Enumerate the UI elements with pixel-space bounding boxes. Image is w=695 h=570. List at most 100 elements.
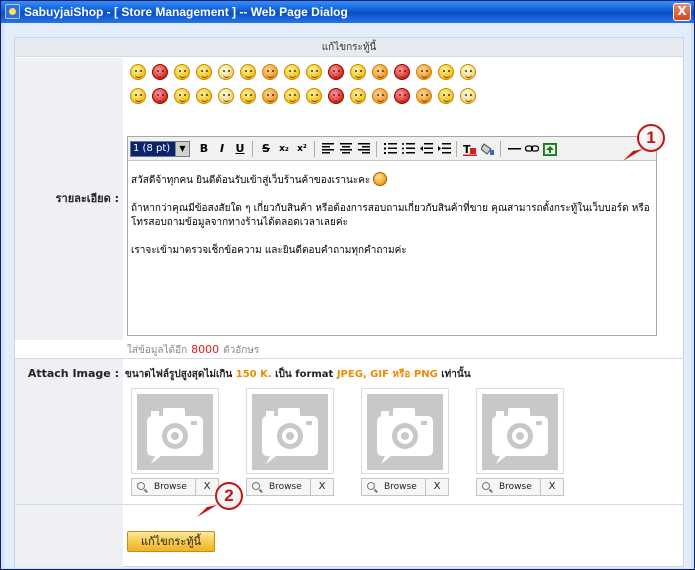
browse-group: Browse X (361, 478, 449, 496)
image-preview-frame (361, 388, 449, 474)
confused-icon[interactable] (457, 62, 479, 82)
smile-icon[interactable] (149, 86, 171, 106)
bold-button[interactable]: B (196, 141, 212, 157)
underline-button[interactable]: U (232, 141, 248, 157)
fire-angry-icon[interactable] (193, 86, 215, 106)
editor-line-reply: เราจะเข้ามาตรวจเช็กข้อความ และยินดีตอบคำ… (131, 245, 407, 256)
callout-2-badge: 2 (215, 482, 243, 510)
dialog-window: SabuyjaiShop - [ Store Management ] -- W… (0, 0, 695, 570)
wink-icon[interactable] (413, 62, 435, 82)
blush-icon[interactable] (259, 62, 281, 82)
attach-note-suffix: เท่านั้น (441, 369, 471, 380)
angry-blush-icon[interactable] (149, 62, 171, 82)
shocked-icon[interactable] (281, 62, 303, 82)
strikethrough-button[interactable]: S (258, 141, 274, 157)
browse-label: Browse (499, 482, 532, 492)
tongue-icon[interactable] (369, 62, 391, 82)
image-upload-slot: Browse X (361, 388, 449, 498)
squint-icon[interactable] (127, 86, 149, 106)
editor-content-area[interactable]: สวัสดีจ้าทุกคน ยินดีต้อนรับเข้าสู่เว็บร้… (128, 162, 656, 335)
browse-button[interactable]: Browse (362, 479, 426, 495)
browse-group: Browse X (246, 478, 334, 496)
sunglasses-icon[interactable] (457, 86, 479, 106)
close-button[interactable]: X (673, 3, 691, 21)
font-size-select[interactable]: 1 (8 pt) ▼ (130, 141, 190, 157)
rich-text-editor: 1 (8 pt) ▼ B I U S x₂ x² T สวัสดีจ้าทุกค… (127, 136, 657, 336)
attach-note: ขนาดไฟล์รูปสูงสุดไม่เกิน 150 K. เป็น for… (125, 367, 471, 382)
image-upload-slot: Browse X (476, 388, 564, 498)
remove-image-button[interactable]: X (311, 479, 333, 495)
remove-image-button[interactable]: X (426, 479, 448, 495)
cool-icon[interactable] (171, 62, 193, 82)
camera-placeholder-icon (137, 394, 213, 470)
toolbar-divider (376, 141, 377, 157)
text-color-icon[interactable]: T (462, 141, 478, 157)
big-eyes-icon[interactable] (369, 86, 391, 106)
chevron-down-icon[interactable]: ▼ (175, 142, 189, 156)
attach-note-prefix: ขนาดไฟล์รูปสูงสุดไม่เกิน (125, 369, 233, 380)
toolbar-divider (314, 141, 315, 157)
mad-icon[interactable] (325, 62, 347, 82)
superscript-button[interactable]: x² (294, 141, 310, 157)
char-count-suffix: ตัวอักษร (223, 345, 260, 356)
browse-label: Browse (269, 482, 302, 492)
highlight-color-icon[interactable] (480, 141, 496, 157)
sweat-icon[interactable] (347, 62, 369, 82)
browse-label: Browse (154, 482, 187, 492)
unordered-list-icon[interactable] (400, 141, 416, 157)
search-icon (137, 482, 145, 490)
align-right-icon[interactable] (356, 141, 372, 157)
link-icon[interactable] (524, 141, 540, 157)
attach-image-label: Attach Image : (15, 359, 123, 504)
outdent-icon[interactable] (418, 141, 434, 157)
surprised-icon[interactable] (215, 86, 237, 106)
writing-icon[interactable] (259, 86, 281, 106)
star-icon[interactable] (435, 86, 457, 106)
dead-icon[interactable] (325, 86, 347, 106)
clown-icon[interactable] (413, 86, 435, 106)
sad-icon[interactable] (391, 86, 413, 106)
yawn-icon[interactable] (281, 86, 303, 106)
browse-button[interactable]: Browse (477, 479, 541, 495)
browse-button[interactable]: Browse (132, 479, 196, 495)
toolbar-divider (252, 141, 253, 157)
title-bar[interactable]: SabuyjaiShop - [ Store Management ] -- W… (1, 1, 694, 23)
toolbar-divider (500, 141, 501, 157)
horizontal-rule-icon[interactable] (506, 141, 522, 157)
submit-label-cell (15, 505, 123, 567)
edit-topic-form: แก้ไขกระทู้นี้ รายละเอียด : 1 (8 pt) ▼ B… (14, 37, 684, 567)
emoticon-row-1 (127, 62, 479, 82)
align-left-icon[interactable] (320, 141, 336, 157)
edit-topic-submit-button[interactable]: แก้ไขกระทู้นี้ (127, 531, 215, 552)
insert-image-icon[interactable] (542, 141, 558, 157)
remove-image-button[interactable]: X (541, 479, 563, 495)
camera-placeholder-icon (252, 394, 328, 470)
heart-eyes-icon[interactable] (303, 86, 325, 106)
grin-icon[interactable] (193, 62, 215, 82)
ordered-list-icon[interactable] (382, 141, 398, 157)
char-count-value: 8000 (191, 343, 220, 356)
char-count-prefix: ใส่ข้อมูลได้อีก (127, 345, 188, 356)
detail-label: รายละเอียด : (15, 58, 123, 340)
kiss-icon[interactable] (303, 62, 325, 82)
kiss-emoticon-icon (373, 172, 388, 186)
attach-max-size: 150 K. (235, 369, 272, 380)
sleepy-icon[interactable] (215, 62, 237, 82)
indent-icon[interactable] (436, 141, 452, 157)
hat-icon[interactable] (347, 86, 369, 106)
browse-button[interactable]: Browse (247, 479, 311, 495)
subscript-button[interactable]: x₂ (276, 141, 292, 157)
laugh-icon[interactable] (127, 62, 149, 82)
svg-text:T: T (463, 143, 471, 156)
red-angry-icon[interactable] (391, 62, 413, 82)
nerd-icon[interactable] (237, 62, 259, 82)
align-center-icon[interactable] (338, 141, 354, 157)
dizzy-icon[interactable] (237, 86, 259, 106)
italic-button[interactable]: I (214, 141, 230, 157)
attach-note-mid: เป็น format (275, 369, 334, 380)
smug-icon[interactable] (171, 86, 193, 106)
image-upload-slot: Browse X (131, 388, 219, 498)
editor-line-greeting: สวัสดีจ้าทุกคน ยินดีต้อนรับเข้าสู่เว็บร้… (131, 175, 371, 186)
wave-icon[interactable] (435, 62, 457, 82)
browse-group: Browse X (476, 478, 564, 496)
